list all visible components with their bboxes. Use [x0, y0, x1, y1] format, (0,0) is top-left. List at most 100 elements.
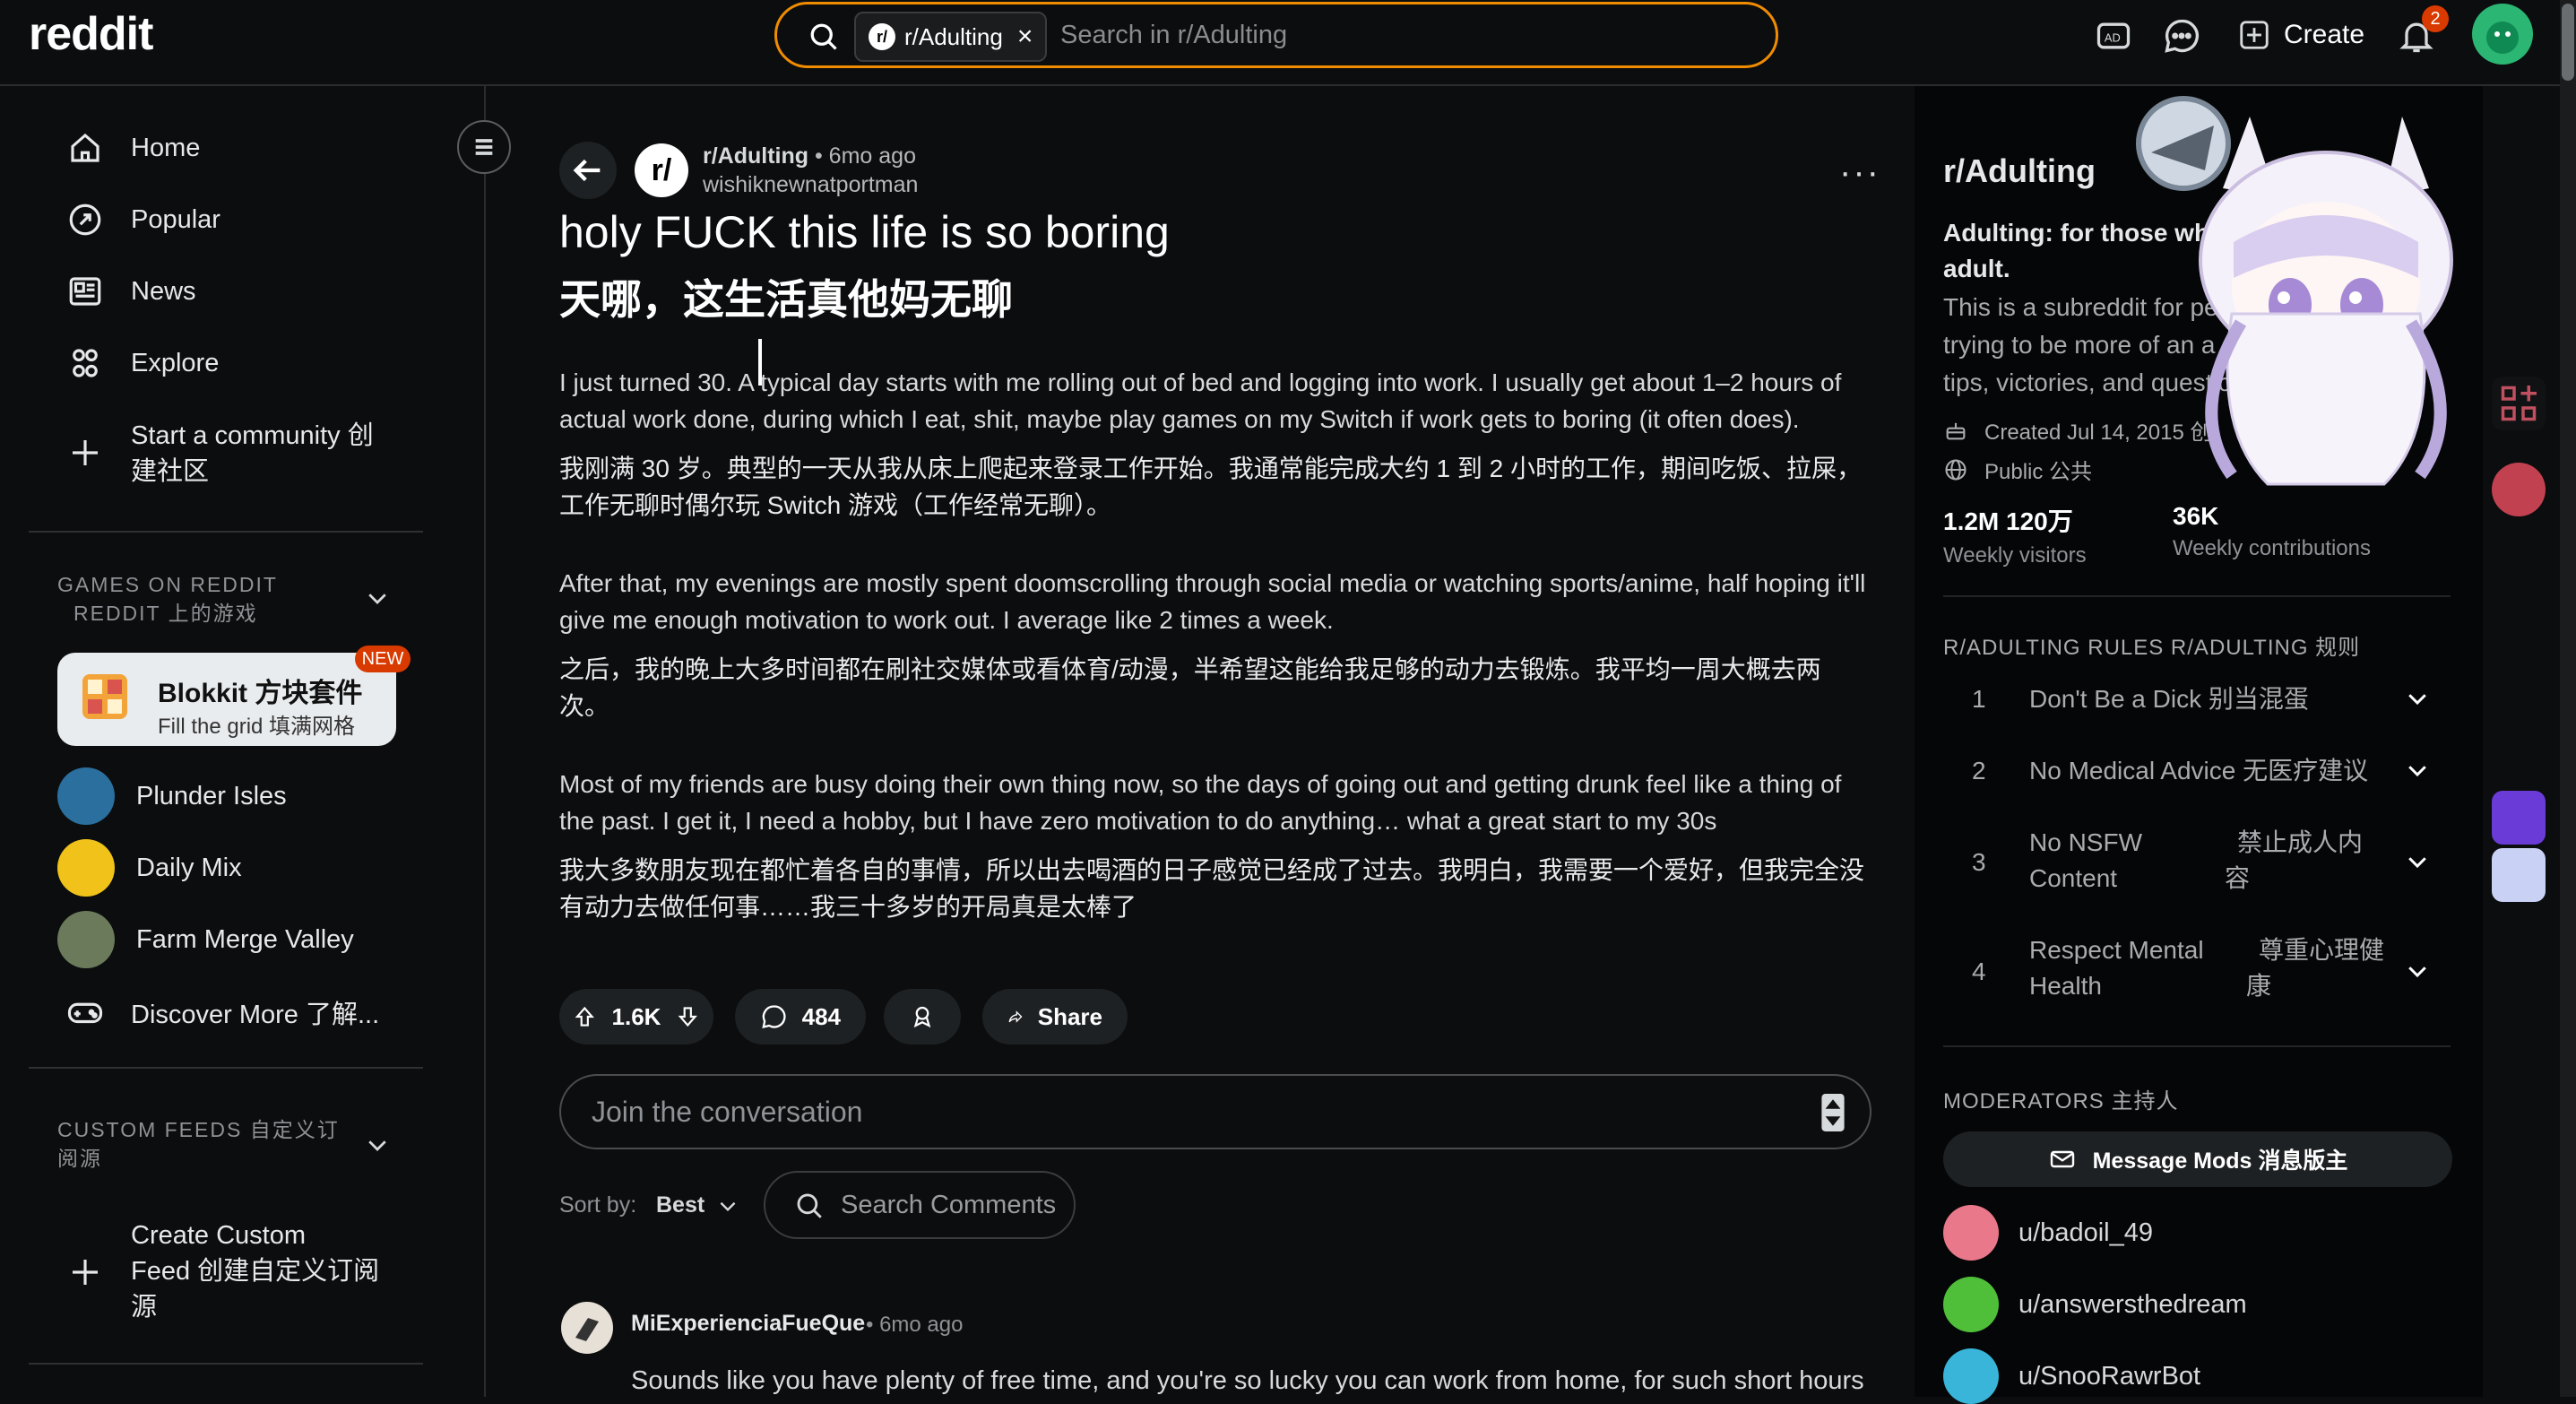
globe-icon: [1945, 458, 1967, 481]
games-section-header[interactable]: GAMES ON REDDIT REDDIT 上的游戏: [57, 570, 278, 628]
chevron-down-icon: [2408, 857, 2426, 869]
subreddit-link[interactable]: r/Adulting: [703, 143, 808, 169]
search-subreddit-chip[interactable]: r/ r/Adulting ×: [854, 12, 1048, 62]
moderators-header: MODERATORS 主持人: [1943, 1089, 2179, 1114]
post-time: • 6mo ago: [814, 143, 916, 169]
apps-icon[interactable]: [2492, 377, 2546, 430]
search-input[interactable]: Search in r/Adulting: [1060, 21, 1287, 50]
comment-input-placeholder: Join the conversation: [592, 1096, 863, 1128]
community-title[interactable]: r/Adulting: [1943, 152, 2096, 190]
back-button[interactable]: [559, 142, 617, 199]
comment-author[interactable]: MiExperienciaFueQue: [631, 1311, 865, 1337]
moderator-item[interactable]: u/answersthedream: [1943, 1277, 2247, 1332]
games-header-line1: GAMES ON REDDIT: [57, 573, 278, 596]
game-item-farm-merge-valley[interactable]: Farm Merge Valley: [57, 911, 354, 968]
post-paragraph-3-translation: 我大多数朋友现在都忙着各自的事情，所以出去喝酒的日子感觉已经成了过去。我明白，我…: [559, 856, 1865, 921]
sidebar-item-home[interactable]: Home: [66, 129, 200, 167]
moderator-item[interactable]: u/SnooRawrBot: [1943, 1348, 2200, 1404]
translate-chat-icon[interactable]: [2492, 791, 2546, 845]
create-button[interactable]: Create: [2237, 13, 2364, 57]
sort-value: Best: [656, 1192, 705, 1218]
divider: [1943, 1045, 2451, 1047]
rule-item-1[interactable]: 1 Don't Be a Dick 别当混蛋: [1972, 681, 2426, 717]
rule-item-3[interactable]: 3 No NSFW Content 禁止成人内 容: [1972, 825, 2426, 900]
message-mods-label: Message Mods 消息版主: [2092, 1148, 2348, 1174]
create-feed-label-2: Feed 创建自定义订阅: [131, 1257, 380, 1286]
post-paragraph-1-translation: 我刚满 30 岁。典型的一天从我从床上爬起来登录工作开始。我通常能完成大约 1 …: [559, 455, 1862, 519]
more-options-icon[interactable]: ···: [1839, 152, 1880, 193]
upvote-icon[interactable]: [572, 1001, 598, 1032]
weekly-visitors-label: Weekly visitors: [1943, 543, 2087, 568]
rule-title-line1: Respect Mental: [2029, 936, 2204, 964]
blokkit-subtitle: Fill the grid 填满网格: [158, 715, 356, 739]
downvote-icon[interactable]: [675, 1001, 701, 1032]
rule-title-line2: Content: [2029, 864, 2118, 892]
search-icon: [797, 1193, 822, 1218]
rule-title: No Medical Advice 无医疗建议: [2029, 757, 2369, 784]
moderator-item[interactable]: u/badoil_49: [1943, 1205, 2153, 1261]
post-author[interactable]: wishiknewnatportman: [703, 172, 918, 198]
post-paragraph-2: After that, my evenings are mostly spent…: [559, 569, 1866, 634]
comment-input[interactable]: Join the conversation: [559, 1074, 1871, 1149]
cake-icon: [1946, 422, 1966, 439]
moderator-avatar: [1943, 1277, 1999, 1332]
comment-avatar[interactable]: [561, 1302, 613, 1354]
share-button[interactable]: Share: [982, 989, 1128, 1044]
custom-feeds-header[interactable]: CUSTOM FEEDS 自定义订 阅源: [57, 1115, 340, 1173]
collapse-sidebar-button[interactable]: [457, 120, 511, 174]
weekly-contributions-count: 36K: [2173, 502, 2219, 530]
comments-button[interactable]: 484: [735, 989, 866, 1044]
close-icon[interactable]: ×: [1017, 22, 1033, 52]
sort-dropdown[interactable]: Best: [656, 1192, 739, 1218]
sort-label: Sort by:: [559, 1192, 637, 1218]
post-title: holy FUCK this life is so boring: [559, 207, 1170, 257]
advertise-icon[interactable]: AD: [2094, 16, 2133, 56]
game-label: Plunder Isles: [136, 781, 287, 810]
public-label: Public 公共: [1984, 460, 2093, 484]
stat-weekly-visitors: 1.2M 120万 Weekly visitors: [1943, 502, 2087, 568]
rule-item-2[interactable]: 2 No Medical Advice 无医疗建议: [1972, 753, 2426, 789]
chevron-down-icon[interactable]: [364, 585, 391, 611]
sidebar-item-explore[interactable]: Explore: [66, 344, 219, 382]
sidebar-item-news[interactable]: News: [66, 273, 196, 310]
rule-item-4[interactable]: 4 Respect Mental Health 尊重心理健 康: [1972, 932, 2426, 1008]
subreddit-avatar[interactable]: r/: [635, 143, 688, 197]
game-item-plunder-isles[interactable]: Plunder Isles: [57, 767, 287, 825]
share-icon: [1008, 1010, 1023, 1023]
award-button[interactable]: [884, 989, 961, 1044]
translate-icon[interactable]: [2492, 848, 2546, 902]
chevron-down-icon: [2408, 766, 2426, 777]
chat-icon[interactable]: [2162, 16, 2201, 56]
reddit-logo[interactable]: reddit: [29, 7, 153, 61]
search-comments[interactable]: Search Comments: [764, 1171, 1076, 1239]
create-custom-feed[interactable]: Create Custom Feed 创建自定义订阅 源: [66, 1218, 379, 1325]
home-icon: [71, 133, 99, 162]
games-header-line2: REDDIT 上的游戏: [73, 602, 258, 625]
rule-number: 2: [1972, 757, 1986, 784]
rule-title-line2: Health: [2029, 972, 2102, 1000]
scrollbar-thumb[interactable]: [2562, 4, 2574, 81]
discover-more-games[interactable]: Discover More 了解...: [66, 993, 379, 1031]
post-paragraph-2-translation: 之后，我的晚上大多时间都在刷社交媒体或看体育/动漫，半希望这能给我足够的动力去锻…: [559, 655, 1821, 720]
message-mods-button[interactable]: Message Mods 消息版主: [1943, 1131, 2452, 1187]
game-item-daily-mix[interactable]: Daily Mix: [57, 839, 242, 897]
anime-mascot-overlay: [2136, 96, 2453, 486]
resize-stepper-icon[interactable]: [1820, 1094, 1846, 1131]
chevron-down-icon[interactable]: [364, 1131, 391, 1158]
plus-icon: [73, 440, 98, 465]
divider: [29, 1363, 423, 1365]
start-community-label-2: 建社区: [131, 457, 210, 486]
new-badge: NEW: [355, 646, 411, 672]
divider: [29, 531, 423, 533]
sidebar-item-start-community[interactable]: Start a community 创 建社区: [66, 418, 374, 490]
blokkit-icon: [82, 674, 127, 719]
popular-icon: [69, 204, 101, 236]
user-avatar[interactable]: [2472, 4, 2533, 65]
scrollbar[interactable]: [2560, 0, 2576, 1397]
game-card-blokkit[interactable]: Blokkit 方块套件 Fill the grid 填满网格: [57, 653, 396, 746]
sidebar-item-label: Home: [131, 133, 201, 162]
extension-icon[interactable]: [2492, 463, 2546, 516]
rule-translation-line1: 禁止成人内: [2237, 828, 2364, 856]
sidebar-item-popular[interactable]: Popular: [66, 201, 220, 238]
search-bar[interactable]: r/ r/Adulting × Search in r/Adulting: [774, 2, 1778, 68]
